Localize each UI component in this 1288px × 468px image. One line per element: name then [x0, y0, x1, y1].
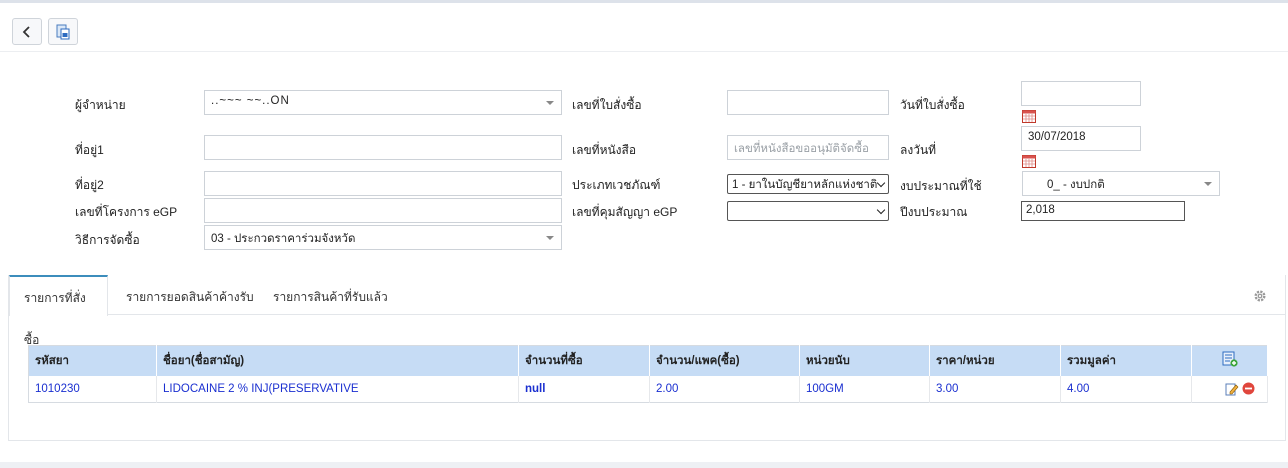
po-date-input[interactable] [1021, 81, 1141, 106]
drug-type-value: 1 - ยาในบัญชียาหลักแห่งชาติ [732, 179, 878, 191]
tab-ordered-items[interactable]: รายการที่สั่งซื้อ [9, 275, 108, 347]
col-drug-code[interactable]: รหัสยา [28, 345, 157, 376]
table-header-row: รหัสยา ชื่อยา(ชื่อสามัญ) จำนวนที่ซื้อ จำ… [28, 345, 1268, 376]
letter-no-input[interactable]: เลขที่หนังสือขออนุมัติจัดซื้อ [727, 135, 889, 160]
po-date-label: วันที่ใบสั่งซื้อ [900, 98, 965, 112]
calendar-icon[interactable] [1022, 155, 1036, 168]
method-label: วิธีการจัดซื้อ [75, 233, 140, 247]
address2-input[interactable] [204, 171, 562, 196]
col-drug-name[interactable]: ชื่อยา(ชื่อสามัญ) [156, 345, 519, 376]
col-qty-per-pack[interactable]: จำนวน/แพค(ซื้อ) [649, 345, 800, 376]
cell-qty-per-pack: 2.00 [649, 375, 800, 403]
col-actions [1191, 345, 1268, 376]
sign-date-input[interactable]: 30/07/2018 [1021, 126, 1141, 151]
po-number-input[interactable] [727, 90, 889, 115]
order-items-table: รหัสยา ชื่อยา(ชื่อสามัญ) จำนวนที่ซื้อ จำ… [28, 345, 1268, 403]
egp-project-input[interactable] [204, 198, 562, 223]
edit-icon[interactable] [1225, 382, 1239, 396]
add-row-icon[interactable] [1222, 351, 1238, 367]
fiscal-year-input[interactable]: 2,018 [1021, 201, 1185, 221]
address1-input[interactable] [204, 135, 562, 160]
cell-qty-ordered: null [518, 375, 650, 403]
cell-drug-name: LIDOCAINE 2 % INJ(PRESERVATIVE [156, 375, 519, 403]
toolbar-divider [0, 51, 1288, 52]
cell-drug-code: 1010230 [28, 375, 157, 403]
budget-label: งบประมาณที่ใช้ [900, 179, 982, 193]
tab-panel: รายการที่สั่งซื้อ รายการยอดสินค้าค้างรับ… [8, 275, 1286, 441]
save-button[interactable] [48, 18, 78, 45]
drug-type-select[interactable]: 1 - ยาในบัญชียาหลักแห่งชาติ [727, 174, 889, 194]
cell-total: 4.00 [1060, 375, 1192, 403]
budget-value: 0_ - งบปกติ [1047, 179, 1105, 191]
budget-select[interactable]: 0_ - งบปกติ [1022, 171, 1220, 196]
letter-no-label: เลขที่หนังสือ [572, 143, 637, 157]
tab-pending-items[interactable]: รายการยอดสินค้าค้างรับ [112, 275, 268, 315]
back-button[interactable] [12, 18, 42, 45]
vendor-value: ..~~~ ~~..ON [211, 95, 290, 107]
address1-label: ที่อยู่1 [75, 143, 104, 157]
address2-label: ที่อยู่2 [75, 178, 104, 192]
chevron-left-icon [22, 25, 30, 38]
col-unit-price[interactable]: ราคา/หน่วย [929, 345, 1061, 376]
cell-unit: 100GM [799, 375, 930, 403]
po-number-label: เลขที่ใบสั่งซื้อ [572, 98, 642, 112]
calendar-icon[interactable] [1022, 110, 1036, 123]
cell-unit-price: 3.00 [929, 375, 1061, 403]
tab-received-items[interactable]: รายการสินค้าที่รับแล้ว [259, 275, 402, 315]
toolbar [12, 18, 78, 45]
fiscal-year-label: ปีงบประมาณ [900, 205, 968, 219]
tab-bar: รายการที่สั่งซื้อ รายการยอดสินค้าค้างรับ… [9, 275, 1285, 347]
main-panel: ผู้จำหน่าย ..~~~ ~~..ON ที่อยู่1 ที่อยู่… [0, 0, 1288, 462]
col-qty-ordered[interactable]: จำนวนที่ซื้อ [518, 345, 650, 376]
sign-date-label: ลงวันที่ [900, 143, 937, 157]
vendor-select[interactable]: ..~~~ ~~..ON [204, 90, 562, 115]
egp-project-label: เลขที่โครงการ eGP [75, 205, 178, 219]
contract-egp-select[interactable] [727, 201, 889, 221]
vendor-label: ผู้จำหน่าย [75, 98, 126, 112]
contract-egp-label: เลขที่คุมสัญญา eGP [572, 205, 678, 219]
delete-icon[interactable] [1242, 382, 1255, 395]
table-row[interactable]: 1010230 LIDOCAINE 2 % INJ(PRESERVATIVE n… [28, 375, 1268, 403]
cell-actions [1191, 375, 1268, 403]
drug-type-label: ประเภทเวชภัณฑ์ [572, 178, 661, 192]
method-value: 03 - ประกวดราคาร่วมจังหวัด [211, 233, 356, 245]
gear-icon[interactable] [1253, 289, 1267, 303]
col-unit[interactable]: หน่วยนับ [799, 345, 930, 376]
method-select[interactable]: 03 - ประกวดราคาร่วมจังหวัด [204, 225, 562, 250]
save-document-icon [56, 24, 70, 39]
col-total[interactable]: รวมมูลค่า [1060, 345, 1192, 376]
